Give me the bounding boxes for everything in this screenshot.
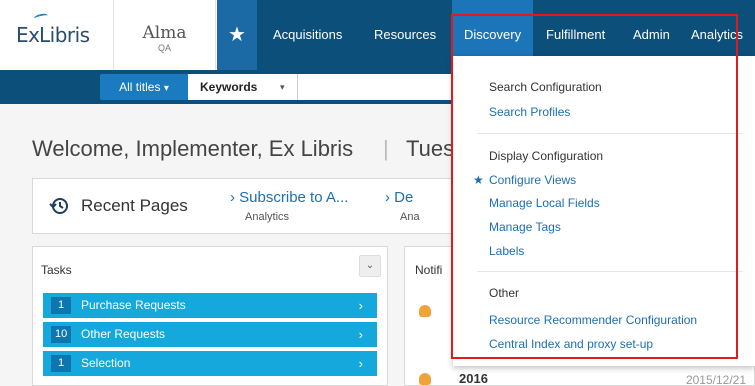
search-field-select[interactable]: Keywords ▾	[188, 74, 298, 100]
tasks-panel: Tasks ⌄ 1 Purchase Requests › 10 Other R…	[32, 246, 388, 386]
welcome-separator: |	[383, 136, 389, 161]
search-scope-label: All titles	[119, 80, 161, 94]
menu-heading-display-configuration: Display Configuration	[489, 149, 604, 163]
bell-icon	[419, 373, 431, 385]
chevron-right-icon: ›	[385, 189, 390, 206]
recent-page-subtitle: Analytics	[245, 211, 290, 223]
logo-swoosh	[33, 12, 49, 22]
notification-date: 2015/12/21	[685, 373, 746, 386]
nav-resources[interactable]: Resources	[374, 0, 436, 70]
notification-year[interactable]: 2016	[459, 371, 488, 386]
recent-page-link[interactable]: › Subscribe to A...	[230, 189, 348, 206]
recent-pages-bar: Recent Pages › Subscribe to A... Analyti…	[32, 178, 472, 234]
chevron-down-icon: ▾	[163, 83, 169, 94]
search-bar: All titles ▾ Keywords ▾	[0, 70, 458, 104]
app-name-block[interactable]: Alma QA	[114, 0, 216, 70]
nav-acquisitions[interactable]: Acquisitions	[273, 0, 342, 70]
menu-heading-search-configuration: Search Configuration	[489, 80, 602, 94]
menu-divider	[477, 133, 743, 134]
bell-icon	[419, 305, 431, 317]
recent-pages-label[interactable]: Recent Pages	[81, 196, 188, 216]
recent-page-link[interactable]: › De	[385, 189, 413, 206]
discovery-menu: Search Configuration Search Profiles Dis…	[453, 56, 755, 366]
task-label: Selection	[81, 356, 131, 370]
menu-item-labels[interactable]: Labels	[489, 244, 524, 258]
welcome-date: Tues	[406, 136, 455, 161]
search-field-label: Keywords	[200, 80, 258, 94]
chevron-down-icon: ▾	[280, 82, 285, 92]
search-input[interactable]	[298, 74, 458, 100]
menu-divider	[477, 271, 743, 272]
welcome-greeting: Welcome, Implementer, Ex Libris	[32, 136, 354, 161]
task-count-badge: 1	[51, 297, 71, 314]
chevron-right-icon: ›	[358, 356, 363, 371]
task-row-selection[interactable]: 1 Selection ›	[43, 351, 377, 376]
menu-item-configure-views[interactable]: Configure Views	[489, 173, 576, 187]
notifications-header: Notifi	[415, 263, 443, 277]
recent-page-title: Subscribe to A...	[239, 189, 349, 206]
task-count-badge: 10	[51, 326, 72, 343]
menu-heading-other: Other	[489, 286, 520, 300]
logo-libris-text: Libris	[39, 23, 90, 47]
task-count-badge: 1	[51, 355, 71, 372]
menu-item-manage-tags[interactable]: Manage Tags	[489, 220, 561, 234]
chevron-down-icon: ⌄	[365, 260, 375, 271]
logo-ex-text: Ex	[16, 23, 40, 47]
task-row-other-requests[interactable]: 10 Other Requests ›	[43, 322, 377, 347]
app-environment: QA	[157, 43, 171, 53]
collapse-button[interactable]: ⌄	[359, 255, 381, 277]
menu-item-central-index-proxy-setup[interactable]: Central Index and proxy set-up	[489, 337, 653, 351]
chevron-right-icon: ›	[358, 327, 363, 342]
chevron-right-icon: ›	[230, 189, 235, 206]
app-title: Alma	[142, 23, 187, 43]
menu-item-resource-recommender-configuration[interactable]: Resource Recommender Configuration	[489, 313, 697, 327]
tasks-header: Tasks	[41, 263, 72, 277]
recent-page-title: De	[394, 189, 414, 206]
menu-item-manage-local-fields[interactable]: Manage Local Fields	[489, 196, 600, 210]
task-label: Other Requests	[81, 327, 166, 341]
menu-item-search-profiles[interactable]: Search Profiles	[489, 105, 570, 119]
star-icon[interactable]: ★	[473, 173, 484, 187]
recent-page-subtitle: Ana	[400, 211, 420, 223]
search-scope-select[interactable]: All titles ▾	[100, 74, 188, 100]
task-row-purchase-requests[interactable]: 1 Purchase Requests ›	[43, 293, 377, 318]
chevron-right-icon: ›	[358, 298, 363, 313]
task-label: Purchase Requests	[81, 298, 186, 312]
exlibris-logo[interactable]: Ex Libris	[0, 0, 114, 70]
history-icon	[49, 198, 68, 214]
star-icon[interactable]: ★	[217, 0, 257, 70]
